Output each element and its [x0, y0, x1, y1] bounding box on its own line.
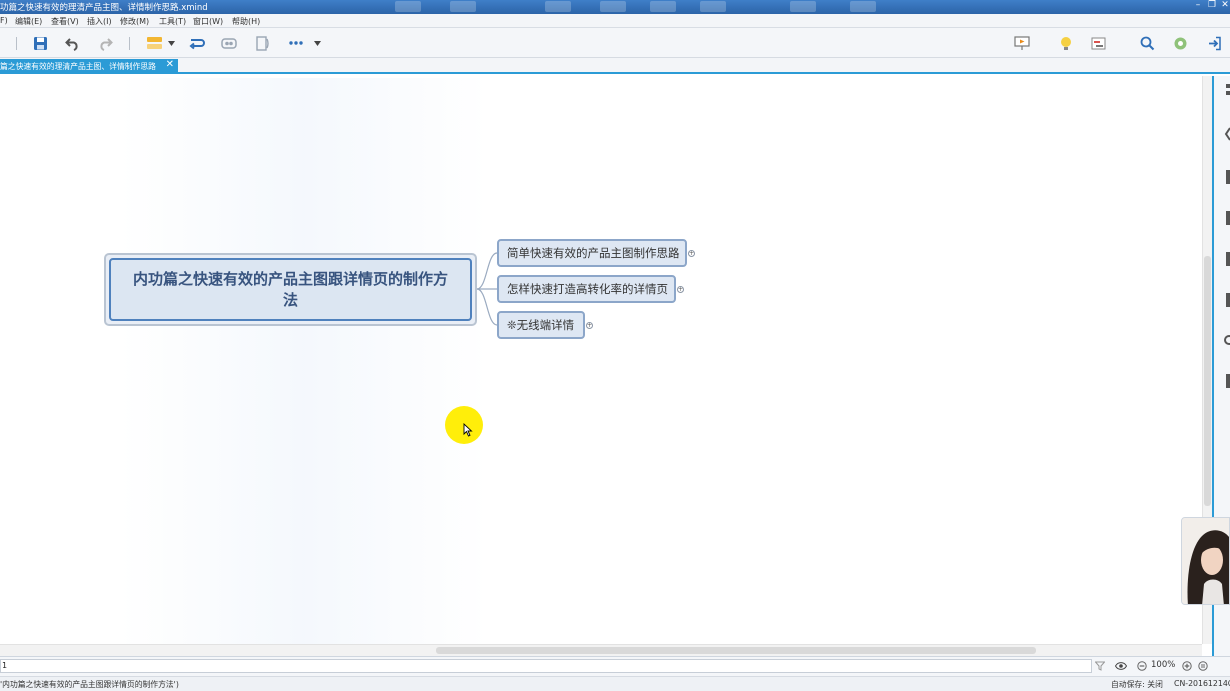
mindmap-canvas[interactable] — [0, 76, 1202, 644]
eye-icon[interactable] — [1115, 661, 1127, 671]
expand-icon[interactable]: + — [586, 322, 593, 329]
page-input[interactable]: 1 — [0, 659, 1092, 673]
expand-icon[interactable]: + — [677, 286, 684, 293]
menu-file[interactable]: F) — [0, 16, 8, 25]
close-window-icon[interactable]: ✕ — [1219, 0, 1230, 10]
chevron-down-icon[interactable] — [311, 33, 323, 53]
redo-icon[interactable] — [95, 33, 115, 53]
desktop-icon-strip — [600, 1, 626, 12]
desktop-icon-strip — [700, 1, 726, 12]
presenter-avatar — [1181, 517, 1230, 605]
presentation-icon[interactable] — [1012, 33, 1032, 53]
menu-view[interactable]: 查看(V) — [51, 16, 79, 27]
zoom-level: 100% — [1151, 660, 1176, 670]
subtopic-label: ❊无线端详情 — [507, 318, 575, 332]
menu-help[interactable]: 帮助(H) — [232, 16, 260, 27]
autosave-status: 自动保存: 关闭 — [1111, 680, 1163, 689]
subtopic-label: 简单快速有效的产品主图制作思路 — [507, 246, 680, 260]
boundary-icon[interactable] — [219, 33, 239, 53]
desktop-icon-strip — [545, 1, 571, 12]
selection-status: '内功篇之快速有效的产品主图跟详情页的制作方法') — [0, 680, 179, 689]
toolbar — [0, 28, 1230, 58]
menubar: F) 编辑(E) 查看(V) 插入(I) 修改(M) 工具(T) 窗口(W) 帮… — [0, 14, 1230, 28]
desktop-icon-strip — [450, 1, 476, 12]
summary-icon[interactable] — [252, 33, 272, 53]
menu-tools[interactable]: 工具(T) — [159, 16, 186, 27]
relationship-icon[interactable] — [187, 33, 207, 53]
lightbulb-icon[interactable] — [1056, 33, 1076, 53]
minimize-icon[interactable]: – — [1192, 0, 1204, 10]
tab-label: 篇之快速有效的理清产品主图、详情制作思路 — [0, 62, 156, 71]
bottom-status-line: '内功篇之快速有效的产品主图跟详情页的制作方法') 自动保存: 关闭 CN-20… — [0, 676, 1230, 691]
side-panel-icons[interactable] — [1214, 76, 1230, 396]
desktop-icon-strip — [790, 1, 816, 12]
filter-icon[interactable] — [1095, 661, 1105, 671]
desktop-icon-strip — [650, 1, 676, 12]
subtopic-label: 怎样快速打造高转化率的详情页 — [507, 282, 668, 296]
canvas-shade — [120, 78, 488, 644]
vertical-scroll-thumb[interactable] — [1204, 256, 1211, 506]
chevron-down-icon[interactable] — [165, 33, 177, 53]
window-title: 功篇之快速有效的理清产品主图、详情制作思路.xmind — [0, 3, 208, 13]
menu-modify[interactable]: 修改(M) — [120, 16, 149, 27]
toolbar-separator — [16, 37, 17, 50]
expand-icon[interactable]: + — [688, 250, 695, 257]
central-topic[interactable]: 内功篇之快速有效的产品主图跟详情页的制作方法 — [104, 253, 477, 326]
fit-map-icon[interactable] — [1198, 661, 1208, 671]
machine-name: CN-20161214OC — [1174, 679, 1230, 688]
horizontal-scroll-thumb[interactable] — [436, 647, 1036, 654]
menu-window[interactable]: 窗口(W) — [193, 16, 223, 27]
more-icon[interactable] — [286, 33, 306, 53]
sign-in-icon[interactable] — [1204, 33, 1224, 53]
undo-icon[interactable] — [62, 33, 82, 53]
close-icon[interactable]: ✕ — [166, 59, 174, 70]
desktop-icon-strip — [850, 1, 876, 12]
search-icon[interactable] — [1137, 33, 1157, 53]
zoom-out-icon[interactable] — [1137, 661, 1147, 671]
restore-icon[interactable]: ❐ — [1206, 0, 1218, 10]
central-topic-label: 内功篇之快速有效的产品主图跟详情页的制作方法 — [109, 258, 472, 321]
mouse-cursor-icon — [463, 423, 473, 437]
tab-active-document[interactable]: 篇之快速有效的理清产品主图、详情制作思路 ✕ — [0, 59, 178, 73]
menu-insert[interactable]: 插入(I) — [87, 16, 112, 27]
desktop-icon-strip — [395, 1, 421, 12]
gantt-icon[interactable] — [1088, 33, 1108, 53]
topic-style-icon[interactable] — [144, 33, 164, 53]
save-icon[interactable] — [30, 33, 50, 53]
editor-tabbar: 篇之快速有效的理清产品主图、详情制作思路 ✕ — [0, 58, 1230, 74]
horizontal-scrollbar[interactable] — [0, 644, 1202, 656]
statusbar: 1 100% — [0, 656, 1230, 676]
share-icon[interactable] — [1170, 33, 1190, 53]
zoom-in-icon[interactable] — [1182, 661, 1192, 671]
subtopic-detail-page[interactable]: 怎样快速打造高转化率的详情页 — [497, 275, 676, 303]
toolbar-separator — [129, 37, 130, 50]
menu-edit[interactable]: 编辑(E) — [15, 16, 42, 27]
subtopic-mobile-detail[interactable]: ❊无线端详情 — [497, 311, 585, 339]
subtopic-main-image[interactable]: 简单快速有效的产品主图制作思路 — [497, 239, 687, 267]
